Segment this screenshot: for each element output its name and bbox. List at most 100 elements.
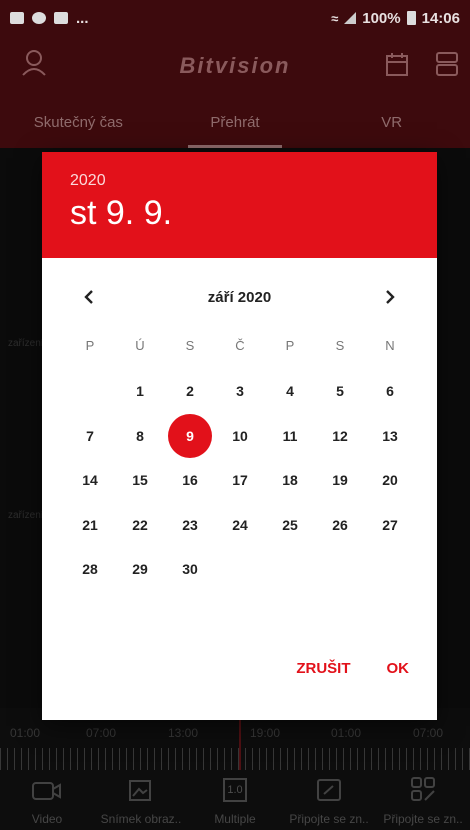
day-cell[interactable]: 20	[365, 458, 415, 503]
day-number: 16	[182, 472, 198, 489]
day-number: 27	[382, 516, 398, 533]
day-cell[interactable]: 24	[215, 503, 265, 548]
day-number: 4	[286, 383, 294, 400]
day-number: 1	[136, 383, 144, 400]
weekday-header: PÚSČPSN	[65, 338, 415, 353]
day-cell[interactable]: 2	[165, 369, 215, 414]
day-number: 17	[232, 472, 248, 489]
day-number: 19	[332, 472, 348, 489]
tab-playback[interactable]: Přehrát	[157, 96, 314, 148]
day-number: 9	[168, 413, 212, 458]
weekday-label: S	[185, 338, 195, 353]
day-number: 6	[386, 383, 394, 400]
weekday-label: Ú	[135, 338, 145, 353]
day-cell[interactable]: 12	[315, 414, 365, 459]
weekday-label: N	[385, 338, 395, 353]
day-cell[interactable]: 27	[365, 503, 415, 548]
day-cell[interactable]: 19	[315, 458, 365, 503]
calendar-icon[interactable]	[386, 52, 408, 81]
dialog-actions: ZRUŠIT OK	[296, 660, 409, 677]
month-label: září 2020	[207, 288, 272, 306]
day-cell[interactable]: 15	[115, 458, 165, 503]
day-number: 14	[82, 472, 98, 489]
day-cell[interactable]: 7	[65, 414, 115, 459]
signal-icon	[344, 12, 357, 24]
day-number: 18	[282, 472, 298, 489]
selected-day-cell[interactable]: 9	[165, 413, 215, 459]
weekday-label: S	[335, 338, 345, 353]
day-cell[interactable]: 4	[265, 369, 315, 414]
day-number: 10	[232, 427, 248, 444]
weekday-label: Č	[235, 338, 245, 353]
selected-date-title[interactable]: st 9. 9.	[70, 194, 409, 233]
battery-level: 100%	[362, 9, 401, 27]
day-cell[interactable]: 28	[65, 547, 115, 592]
cancel-button[interactable]: ZRUŠIT	[296, 660, 350, 677]
battery-icon	[406, 11, 416, 25]
day-cell[interactable]: 17	[215, 458, 265, 503]
day-cell[interactable]: 8	[115, 414, 165, 459]
status-bar: ... ≈ 100% 14:06	[0, 0, 470, 36]
day-cell[interactable]: 14	[65, 458, 115, 503]
day-number: 2	[186, 383, 194, 400]
day-number: 24	[232, 516, 248, 533]
day-cell[interactable]: 13	[365, 414, 415, 459]
day-cell[interactable]: 29	[115, 547, 165, 592]
wifi-icon: ≈	[331, 10, 339, 26]
day-cell[interactable]: 3	[215, 369, 265, 414]
day-number: 29	[132, 561, 148, 578]
day-cell[interactable]: 22	[115, 503, 165, 548]
day-cell[interactable]: 10	[215, 414, 265, 459]
layout-icon[interactable]	[436, 52, 458, 81]
tab-live[interactable]: Skutečný čas	[0, 96, 157, 148]
day-number: 25	[282, 516, 298, 533]
weekday-label: P	[85, 338, 95, 353]
tab-vr[interactable]: VR	[313, 96, 470, 148]
day-cell[interactable]: 11	[265, 414, 315, 459]
chat-icon	[32, 12, 46, 24]
day-cell[interactable]: 18	[265, 458, 315, 503]
day-number: 11	[282, 427, 298, 444]
user-icon[interactable]	[22, 50, 46, 81]
previous-month-button[interactable]	[74, 282, 104, 312]
day-number: 3	[236, 383, 244, 400]
day-cell[interactable]: 21	[65, 503, 115, 548]
day-number: 8	[136, 427, 144, 444]
day-cell[interactable]: 1	[115, 369, 165, 414]
day-number: 5	[336, 383, 344, 400]
image-icon	[10, 12, 24, 24]
date-picker-header: 2020 st 9. 9.	[42, 152, 437, 258]
day-cell[interactable]: 23	[165, 503, 215, 548]
day-number: 21	[82, 516, 98, 533]
app-bar: Bitvision	[0, 36, 470, 96]
date-picker-dialog: 2020 st 9. 9. září 2020 PÚSČPSN 12345678…	[42, 152, 437, 720]
more-notifications: ...	[76, 9, 89, 27]
day-number: 7	[86, 427, 94, 444]
tab-bar: Skutečný čas Přehrát VR	[0, 96, 470, 148]
ok-button[interactable]: OK	[387, 660, 410, 677]
chevron-left-icon	[84, 290, 93, 304]
day-cell[interactable]: 6	[365, 369, 415, 414]
year-selector[interactable]: 2020	[70, 172, 409, 190]
day-cell[interactable]: 25	[265, 503, 315, 548]
day-cell[interactable]: 16	[165, 458, 215, 503]
day-number: 12	[332, 427, 348, 444]
day-number: 30	[182, 561, 198, 578]
day-number: 15	[132, 472, 148, 489]
chevron-right-icon	[386, 290, 395, 304]
day-number: 23	[182, 516, 198, 533]
day-number: 28	[82, 561, 98, 578]
day-number: 22	[132, 516, 148, 533]
weekday-label: P	[285, 338, 295, 353]
day-number: 13	[382, 427, 398, 444]
day-cell[interactable]: 5	[315, 369, 365, 414]
day-number: 26	[332, 516, 348, 533]
empty-day-cell	[65, 369, 115, 414]
message-icon	[54, 12, 68, 24]
calendar-grid: 1 2 3 4 5 6 7 8 9 10 11 12 13 14 15 16 17 18 19 20 21 22 23 24 2…	[65, 369, 415, 592]
month-navigation: září 2020	[42, 282, 437, 312]
clock: 14:06	[421, 9, 460, 27]
next-month-button[interactable]	[375, 282, 405, 312]
day-cell[interactable]: 30	[165, 547, 215, 592]
day-cell[interactable]: 26	[315, 503, 365, 548]
